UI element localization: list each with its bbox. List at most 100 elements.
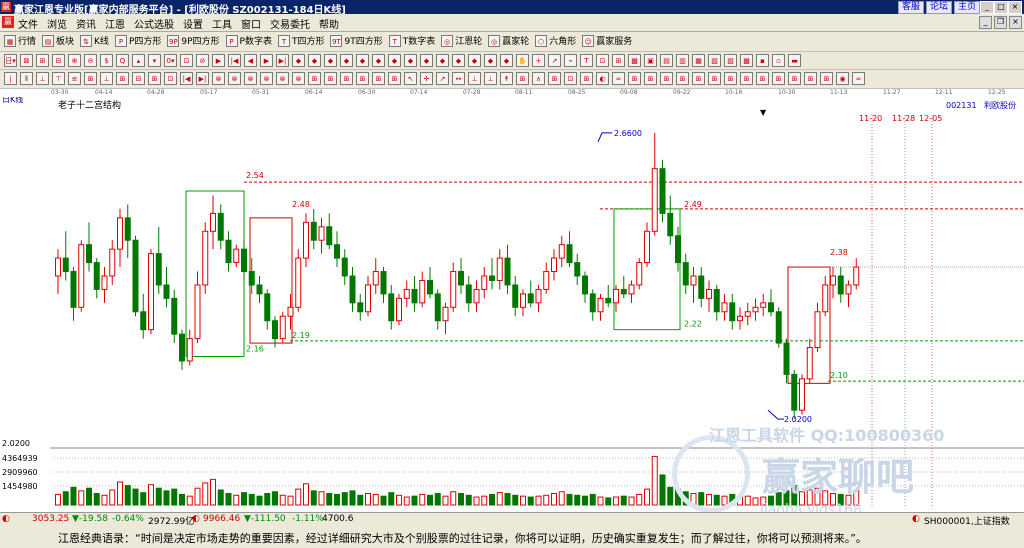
tool-icon[interactable]: ⊡ [164,72,177,85]
tool-icon[interactable]: ▶ [212,54,225,67]
tool-icon[interactable]: ⊞ [644,72,657,85]
toolbar-button[interactable]: ⇅ K线 [80,34,109,47]
link-forum[interactable]: 论坛 [925,1,952,14]
tool-icon[interactable]: ⊗ [292,72,305,85]
tool-icon[interactable]: ⊞ [324,72,337,85]
tool-icon[interactable]: ▧ [708,54,721,67]
tool-icon[interactable]: ⊗ [212,72,225,85]
tool-icon[interactable]: ⊥ [100,72,113,85]
tool-icon[interactable]: ▦ [692,54,705,67]
tool-icon[interactable]: $ [100,54,113,67]
toolbar-button[interactable]: ◎ 赢家轮 [488,34,529,47]
toolbar-button[interactable]: T T四方形 [277,34,324,47]
tool-icon[interactable]: ◆ [292,54,305,67]
tool-icon[interactable]: ⊞ [756,72,769,85]
link-service[interactable]: 客服 [897,1,924,14]
tool-icon[interactable]: ⊥ [484,72,497,85]
toolbar-button[interactable]: ▦ 行情 [4,34,36,47]
tool-icon[interactable]: ⊞ [660,72,673,85]
tool-icon[interactable]: + [532,54,545,67]
tool-icon[interactable]: ↖ [404,72,417,85]
tool-icon[interactable]: ▴ [132,54,145,67]
tool-icon[interactable]: ⫴ [20,72,33,85]
tool-icon[interactable]: ◆ [324,54,337,67]
tool-icon[interactable]: ◉ [836,72,849,85]
tool-icon[interactable]: ⊗ [276,72,289,85]
tool-icon[interactable]: 0▾ [164,54,177,67]
tool-icon[interactable]: ◆ [484,54,497,67]
tool-icon[interactable]: ◐ [596,72,609,85]
menu-item[interactable]: 文件 [18,16,38,31]
tool-icon[interactable]: ⊞ [628,72,641,85]
tool-icon[interactable]: ⊗ [244,72,257,85]
link-home[interactable]: 主页 [953,1,980,14]
toolbar-button[interactable]: ⬡ 六角形 [535,34,576,47]
tool-icon[interactable]: ⊞ [516,72,529,85]
tool-icon[interactable]: ⊞ [36,54,49,67]
minimize-icon[interactable]: _ [980,1,994,14]
tool-icon[interactable]: ⊞ [356,72,369,85]
tool-icon[interactable]: ⊡ [180,54,193,67]
tool-icon[interactable]: ⊞ [84,72,97,85]
tool-icon[interactable]: ◆ [388,54,401,67]
tool-icon[interactable]: ⊤ [52,72,65,85]
tool-icon[interactable]: ⊡ [564,72,577,85]
tool-icon[interactable]: ⊞ [116,72,129,85]
toolbar-button[interactable]: P P数字表 [225,34,272,47]
tool-icon[interactable]: ▫ [772,54,785,67]
menu-item[interactable]: 交易委托 [270,16,310,31]
tool-icon[interactable]: T [580,54,593,67]
tool-icon[interactable]: Q [116,54,129,67]
tool-icon[interactable]: ◆ [500,54,513,67]
tool-icon[interactable]: ⊞ [676,72,689,85]
menu-item[interactable]: 帮助 [319,16,339,31]
child-minimize-icon[interactable]: _ [979,16,992,29]
child-close-icon[interactable]: × [1009,16,1022,29]
tool-icon[interactable]: ∧ [532,72,545,85]
tool-icon[interactable]: ≡ [68,72,81,85]
menu-item[interactable]: 江恩 [105,16,125,31]
tool-icon[interactable]: ⊞ [548,72,561,85]
tool-icon[interactable]: ↔ [452,72,465,85]
tool-icon[interactable]: ⊞ [724,72,737,85]
tool-icon[interactable]: | [4,72,17,85]
tool-icon[interactable]: |◀ [180,72,193,85]
tool-icon[interactable]: ⊥ [468,72,481,85]
tool-icon[interactable]: ⊗ [228,72,241,85]
tool-icon[interactable]: ⊞ [804,72,817,85]
tool-icon[interactable]: ▬ [788,54,801,67]
tool-icon[interactable]: ✛ [420,72,433,85]
menu-item[interactable]: 公式选股 [134,16,174,31]
tool-icon[interactable]: ◆ [372,54,385,67]
tool-icon[interactable]: ⊞ [788,72,801,85]
tool-icon[interactable]: 日▾ [4,54,17,67]
tool-icon[interactable]: ⊠ [20,54,33,67]
tool-icon[interactable]: ⊞ [612,54,625,67]
tool-icon[interactable]: ⊕ [68,54,81,67]
tool-icon[interactable]: ▤ [660,54,673,67]
tool-icon[interactable]: ▥ [676,54,689,67]
tool-icon[interactable]: ⊞ [692,72,705,85]
tool-icon[interactable]: ▶ [260,54,273,67]
menu-item[interactable]: 设置 [183,16,203,31]
tool-icon[interactable]: ▩ [740,54,753,67]
tool-icon[interactable]: ⊞ [772,72,785,85]
tool-icon[interactable]: ∞ [852,72,865,85]
tool-icon[interactable]: ⊟ [132,72,145,85]
menu-item[interactable]: 浏览 [47,16,67,31]
toolbar-button[interactable]: 9P 9P四方形 [167,34,220,47]
tool-icon[interactable]: ▪ [756,54,769,67]
tool-icon[interactable]: ◀ [244,54,257,67]
menu-item[interactable]: 工具 [212,16,232,31]
tool-icon[interactable]: ⊞ [708,72,721,85]
tool-icon[interactable]: ⊞ [308,72,321,85]
toolbar-button[interactable]: ◎ 江恩轮 [441,34,482,47]
toolbar-button[interactable]: 9T 9T四方形 [330,34,383,47]
toolbar-button[interactable]: ▤ 板块 [42,34,74,47]
tool-icon[interactable]: ⊞ [740,72,753,85]
tool-icon[interactable]: ▨ [724,54,737,67]
tool-icon[interactable]: ⊡ [596,54,609,67]
tool-icon[interactable]: ◆ [404,54,417,67]
tool-icon[interactable]: ◆ [452,54,465,67]
tool-icon[interactable]: ▣ [644,54,657,67]
